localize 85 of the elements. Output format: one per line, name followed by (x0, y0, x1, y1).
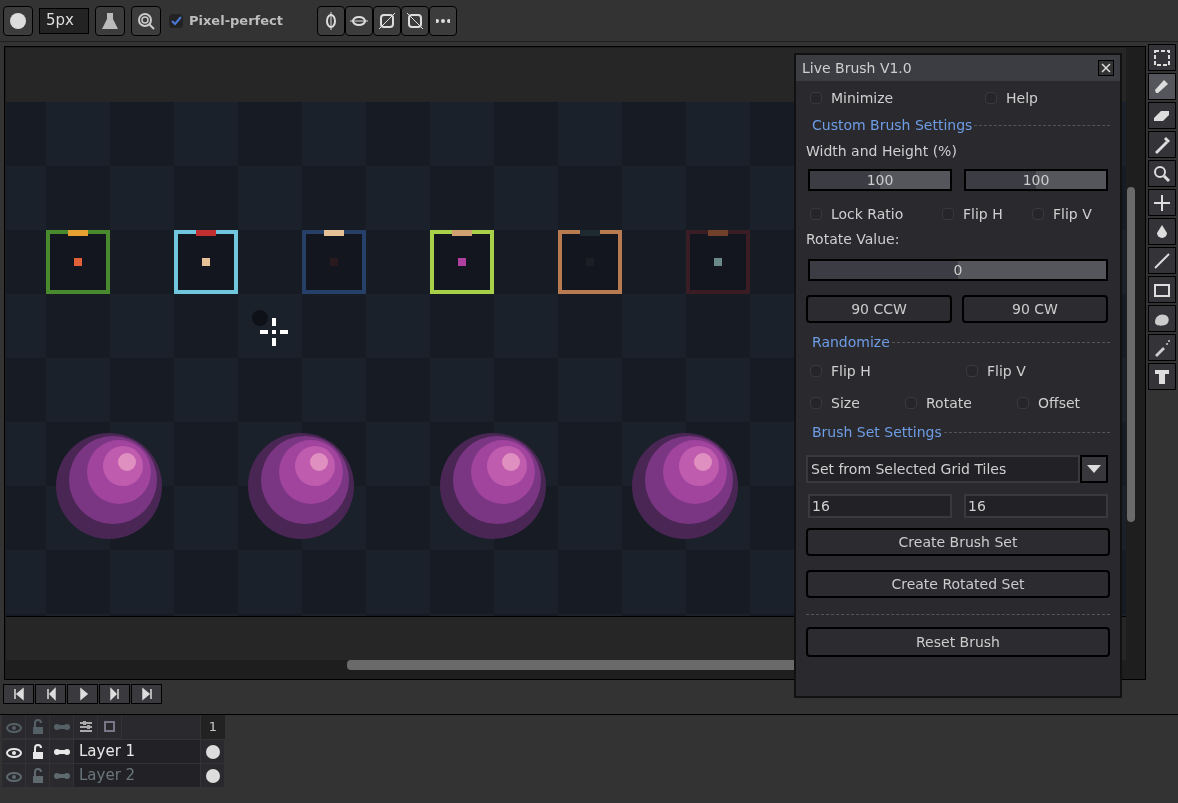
marquee-icon (1152, 47, 1173, 68)
first-frame-icon (11, 687, 26, 701)
brush-shape-icon (9, 11, 27, 30)
section-heading: Randomize (811, 332, 890, 352)
ink-button[interactable] (95, 5, 125, 36)
checkbox-label: Flip V (1053, 204, 1092, 224)
reset-button[interactable]: Reset Brush (806, 627, 1110, 657)
tile-drawing (686, 230, 750, 294)
checkbox-label: Help (1006, 88, 1038, 108)
sliders-icon (77, 718, 94, 735)
frame-number: 1 (201, 715, 225, 739)
close-icon (1101, 63, 1111, 73)
more-options-icon (435, 18, 450, 23)
cel-dot-icon (204, 743, 221, 760)
antidiagonal-symmetry-icon (405, 11, 424, 30)
dropdown-button[interactable] (1080, 455, 1108, 483)
number-field[interactable]: 16 (964, 494, 1108, 518)
layer-name[interactable]: Layer 1 (74, 740, 200, 763)
antidiagonal-symmetry-button[interactable] (400, 5, 429, 36)
tool-button[interactable] (1148, 363, 1177, 390)
tile-drawing (174, 230, 238, 294)
more-options-button[interactable] (428, 5, 457, 36)
checkbox-label: Rotate (926, 393, 972, 413)
tool-button[interactable] (1148, 73, 1177, 100)
tool-button[interactable] (1148, 44, 1177, 71)
first-frame-button[interactable] (3, 684, 34, 704)
tool-button[interactable] (1148, 189, 1177, 216)
checkbox-label: Offset (1038, 393, 1081, 413)
ink-icon (101, 11, 119, 30)
next-frame-icon (107, 687, 122, 701)
horizontal-symmetry-button[interactable] (344, 5, 373, 36)
brush-shape-button[interactable] (3, 5, 33, 36)
field-label: Rotate Value: (806, 230, 901, 249)
checkbox-label: Flip H (831, 361, 871, 381)
last-frame-button[interactable] (131, 684, 162, 704)
square-icon (101, 718, 118, 735)
tool-button[interactable] (1148, 102, 1177, 129)
create-set-button[interactable]: Create Brush Set (806, 528, 1110, 556)
checkbox-label: Lock Ratio (831, 204, 904, 224)
magnifier-button[interactable] (131, 5, 161, 36)
dialog-title: Live Brush V1.0 (802, 58, 912, 78)
previous-frame-button[interactable] (35, 684, 66, 704)
rotate-button[interactable]: 90 CCW (806, 295, 952, 323)
move-icon (1152, 192, 1173, 213)
rotate-button[interactable]: 90 CW (962, 295, 1108, 323)
field-label: Width and Height (%) (806, 142, 958, 161)
tool-button[interactable] (1148, 131, 1177, 158)
close-button[interactable] (1098, 60, 1114, 76)
brush-size-field[interactable]: 5px (39, 7, 89, 34)
checkbox-label: Size (831, 393, 860, 413)
tile-drawing (46, 230, 110, 294)
section-heading: Brush Set Settings (811, 422, 942, 442)
slider[interactable]: 100 (808, 169, 952, 191)
vertical-scrollbar[interactable] (1127, 187, 1135, 522)
line-icon (1152, 250, 1173, 271)
tool-button[interactable] (1148, 276, 1177, 303)
cel-dot-icon (204, 767, 221, 784)
zoom-icon (1152, 163, 1173, 184)
create-set-button[interactable]: Create Rotated Set (806, 570, 1110, 598)
magnifier-icon (137, 11, 155, 30)
play-button[interactable] (67, 684, 98, 704)
tile-drawing (430, 230, 494, 294)
tile-drawing (302, 230, 366, 294)
checkbox-label: Flip H (963, 204, 1003, 224)
last-frame-icon (139, 687, 154, 701)
tool-button[interactable] (1148, 334, 1177, 361)
checkbox-label: Pixel-perfect (189, 11, 283, 30)
caret-icon (1087, 464, 1101, 474)
tool-button[interactable] (1148, 305, 1177, 332)
next-frame-button[interactable] (99, 684, 130, 704)
section-heading: Custom Brush Settings (811, 115, 973, 135)
slider[interactable]: 0 (808, 259, 1108, 281)
tool-button[interactable] (1148, 247, 1177, 274)
number-field[interactable]: 16 (808, 494, 952, 518)
pixel-perfect-checkbox[interactable] (169, 13, 183, 28)
diagonal-symmetry-button[interactable] (372, 5, 401, 36)
tool-button[interactable] (1148, 218, 1177, 245)
checkbox-label: Minimize (831, 88, 894, 108)
dropdown-field[interactable]: Set from Selected Grid Tiles (806, 455, 1080, 483)
checkbox-label: Flip V (987, 361, 1026, 381)
diagonal-symmetry-icon (377, 11, 396, 30)
tool-button[interactable] (1148, 160, 1177, 187)
slider[interactable]: 100 (964, 169, 1108, 191)
tile-drawing (558, 230, 622, 294)
vertical-symmetry-button[interactable] (316, 5, 345, 36)
